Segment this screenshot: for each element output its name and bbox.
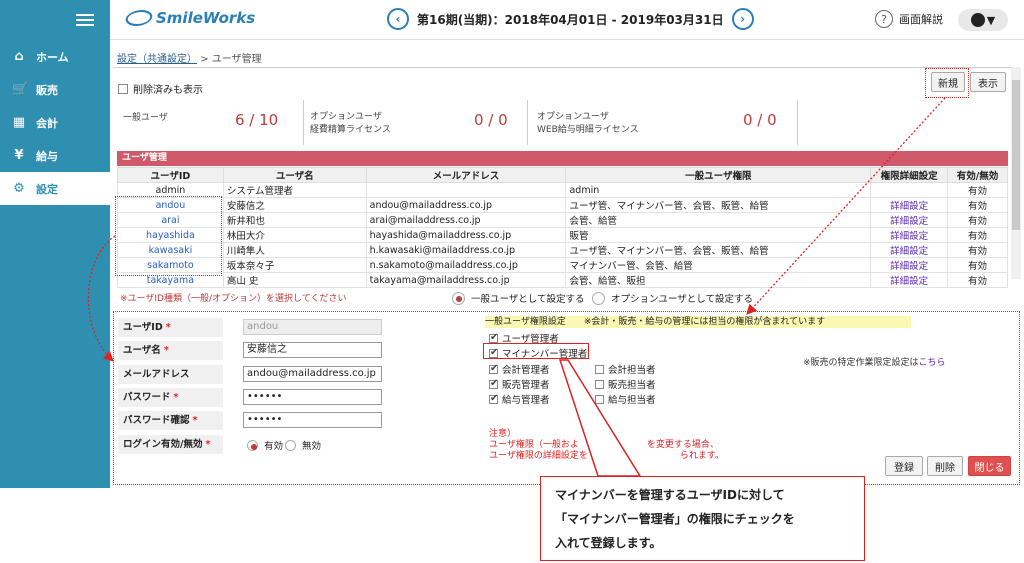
callout-pointer: [558, 359, 642, 477]
arrow-id-to-form: [87, 235, 116, 362]
arrow-new-to-form: [746, 97, 946, 315]
annotation-arrows: [87, 97, 946, 477]
instruction-callout: マイナンバーを管理するユーザIDに対して 「マイナンバー管理者」の権限にチェック…: [540, 476, 865, 561]
